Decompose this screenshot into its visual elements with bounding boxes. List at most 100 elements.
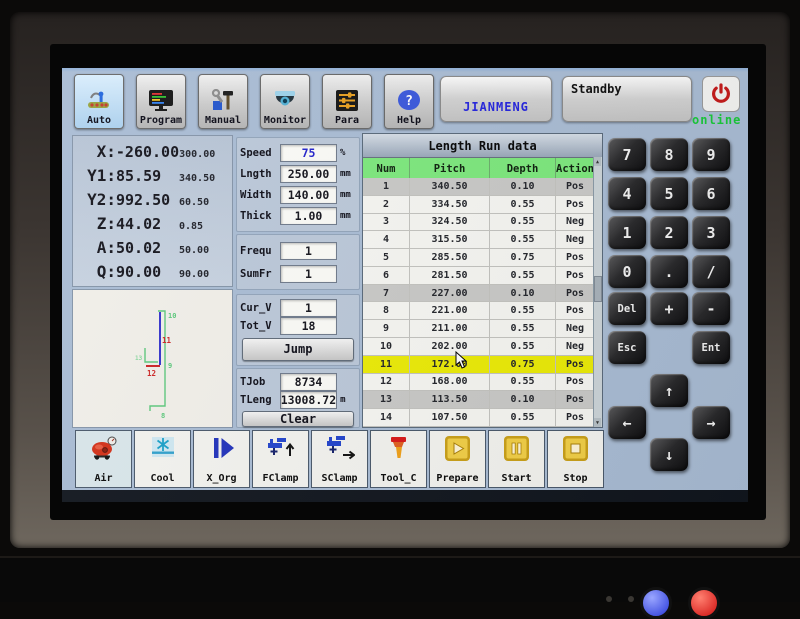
axis-y1-set-value: 340.50 — [179, 173, 227, 184]
cell-depth: 0.10 — [490, 391, 556, 408]
thick-input[interactable]: 1.00 — [280, 207, 337, 225]
cell-pitch: 324.50 — [410, 214, 490, 231]
key-dot[interactable]: . — [650, 255, 688, 288]
x-org-button[interactable]: X_Org — [193, 430, 250, 488]
key-minus[interactable]: - — [692, 292, 730, 325]
cell-depth: 0.10 — [490, 285, 556, 302]
table-scrollbar[interactable]: ▲ ▼ — [593, 157, 602, 427]
status-display[interactable]: Standby — [562, 76, 692, 122]
key-6[interactable]: 6 — [692, 177, 730, 210]
speed-row: Speed 75 % — [240, 144, 356, 162]
key-4[interactable]: 4 — [608, 177, 646, 210]
key-2[interactable]: 2 — [650, 216, 688, 249]
fclamp-button[interactable]: FClamp — [252, 430, 309, 488]
key-arrow-down[interactable]: ↓ — [650, 438, 688, 471]
axis-a-label: A: — [78, 238, 116, 257]
key-3[interactable]: 3 — [692, 216, 730, 249]
top-nav: Auto Program Manual — [74, 74, 434, 129]
nav-program-button[interactable]: Program — [136, 74, 186, 129]
table-row[interactable]: 8221.000.55Pos — [363, 302, 594, 320]
length-input[interactable]: 250.00 — [280, 165, 337, 183]
tleng-input[interactable]: 13008.72 — [280, 391, 337, 409]
nav-para-button[interactable]: Para — [322, 74, 372, 129]
key-enter[interactable]: Ent — [692, 331, 730, 364]
width-input[interactable]: 140.00 — [280, 186, 337, 204]
key-arrow-right[interactable]: → — [692, 406, 730, 439]
cur-v-input[interactable]: 1 — [280, 299, 337, 317]
axis-x-label: X: — [78, 142, 116, 161]
key-escape[interactable]: Esc — [608, 331, 646, 364]
key-5[interactable]: 5 — [650, 177, 688, 210]
cool-button[interactable]: Cool — [134, 430, 191, 488]
table-row[interactable]: 7227.000.10Pos — [363, 285, 594, 303]
speed-input[interactable]: 75 — [280, 144, 337, 162]
air-button[interactable]: Air — [75, 430, 132, 488]
cell-depth: 0.55 — [490, 374, 556, 391]
clear-button[interactable]: Clear — [242, 411, 354, 427]
nav-auto-button[interactable]: Auto — [74, 74, 124, 129]
stop-button[interactable]: Stop — [547, 430, 604, 488]
scroll-up-icon[interactable]: ▲ — [594, 157, 601, 166]
brand-button[interactable]: JIANMENG — [440, 76, 552, 122]
table-row[interactable]: 13113.500.10Pos — [363, 391, 594, 409]
job-params-group: Speed 75 % Lngth 250.00 mm Width 140.00 … — [236, 137, 360, 232]
cell-pitch: 202.00 — [410, 338, 490, 355]
table-row[interactable]: 6281.500.55Pos — [363, 267, 594, 285]
power-button[interactable] — [702, 76, 740, 112]
air-label: Air — [94, 473, 112, 484]
question-icon: ? — [396, 89, 422, 113]
key-0[interactable]: 0 — [608, 255, 646, 288]
key-delete[interactable]: Del — [608, 292, 646, 325]
prepare-button[interactable]: Prepare — [429, 430, 486, 488]
key-arrow-left[interactable]: ← — [608, 406, 646, 439]
table-row[interactable]: 2334.500.55Pos — [363, 196, 594, 214]
frequency-group: Frequ 1 SumFr 1 — [236, 234, 360, 290]
tool-c-button[interactable]: Tool_C — [370, 430, 427, 488]
length-row: Lngth 250.00 mm — [240, 165, 356, 183]
sumfr-input[interactable]: 1 — [280, 265, 337, 283]
axis-z-value: 44.02 — [116, 215, 161, 233]
start-button[interactable]: Start — [488, 430, 545, 488]
nav-manual-button[interactable]: Manual — [198, 74, 248, 129]
table-row[interactable]: 1340.500.10Pos — [363, 178, 594, 196]
key-slash[interactable]: / — [692, 255, 730, 288]
nav-monitor-button[interactable]: Monitor — [260, 74, 310, 129]
length-label: Lngth — [240, 168, 277, 180]
key-8[interactable]: 8 — [650, 138, 688, 171]
axis-y2-label: Y2: — [78, 190, 116, 209]
table-row[interactable]: 3324.500.55Neg — [363, 214, 594, 232]
table-row[interactable]: 4315.500.55Neg — [363, 231, 594, 249]
table-row[interactable]: 14107.500.55Pos — [363, 409, 594, 427]
tjob-input[interactable]: 8734 — [280, 373, 337, 391]
axis-z-label: Z: — [78, 214, 116, 233]
profile-drawing: 10 9 8 13 11 12 — [73, 290, 232, 427]
tot-v-input[interactable]: 18 — [280, 317, 337, 335]
table-row[interactable]: 11172.000.75Pos — [363, 356, 594, 374]
frequ-input[interactable]: 1 — [280, 242, 337, 260]
sclamp-button[interactable]: SClamp — [311, 430, 368, 488]
column-header-pitch: Pitch — [410, 158, 490, 179]
nav-help-button[interactable]: ? Help — [384, 74, 434, 129]
bottom-divider-bar — [62, 490, 748, 502]
table-row[interactable]: 9211.000.55Neg — [363, 320, 594, 338]
table-row[interactable]: 5285.500.75Pos — [363, 249, 594, 267]
key-plus[interactable]: + — [650, 292, 688, 325]
key-arrow-up[interactable]: ↑ — [650, 374, 688, 407]
key-7[interactable]: 7 — [608, 138, 646, 171]
power-icon — [709, 82, 733, 106]
snowflake-icon — [149, 435, 177, 461]
table-row[interactable]: 12168.000.55Pos — [363, 374, 594, 392]
jump-button[interactable]: Jump — [242, 338, 354, 361]
cell-action: Pos — [556, 356, 594, 373]
scroll-down-icon[interactable]: ▼ — [594, 418, 601, 427]
table-row[interactable]: 10202.000.55Neg — [363, 338, 594, 356]
frequ-row: Frequ 1 — [240, 242, 356, 260]
axis-z-set-value: 0.85 — [179, 221, 227, 232]
cell-pitch: 340.50 — [410, 178, 490, 195]
width-unit: mm — [340, 190, 356, 200]
key-1[interactable]: 1 — [608, 216, 646, 249]
cell-depth: 0.55 — [490, 409, 556, 426]
tleng-label: TLeng — [240, 394, 277, 406]
key-9[interactable]: 9 — [692, 138, 730, 171]
scrollbar-thumb[interactable] — [594, 276, 602, 302]
